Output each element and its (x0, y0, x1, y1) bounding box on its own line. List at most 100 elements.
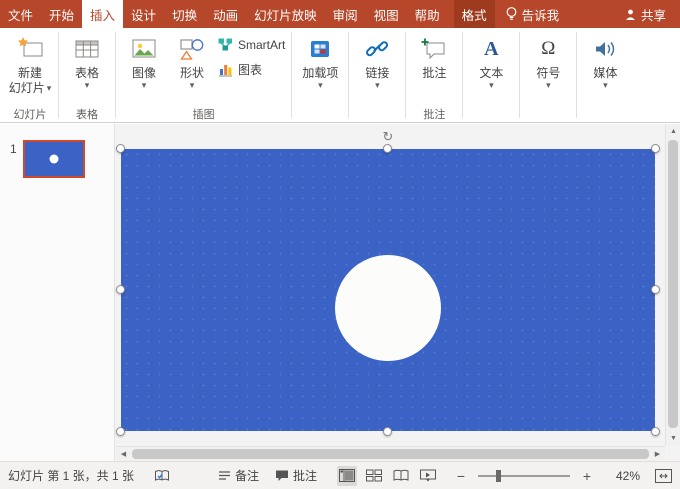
tab-view[interactable]: 视图 (366, 0, 407, 28)
bar-chart-icon (218, 62, 233, 77)
shapes-icon (178, 34, 206, 64)
white-circle-shape[interactable] (335, 255, 441, 361)
tab-insert[interactable]: 插入 (82, 0, 123, 28)
new-slide-icon (16, 34, 44, 64)
chart-button[interactable]: 图表 (218, 61, 285, 78)
media-button[interactable]: 媒体 ▾ (581, 29, 629, 105)
ribbon-group-addins: 加载项 ▾ (293, 29, 347, 122)
addins-label: 加载项 (302, 66, 338, 81)
rotation-handle[interactable]: ↻ (381, 130, 395, 144)
new-slide-label-line2: 幻灯片 (9, 81, 45, 96)
chevron-down-icon: ▾ (190, 81, 195, 90)
tell-me-label: 告诉我 (522, 5, 560, 24)
share-button[interactable]: 共享 (622, 5, 668, 24)
new-comment-button[interactable]: 批注 (410, 29, 458, 105)
selection-handle-top-center[interactable] (383, 144, 392, 153)
new-slide-button[interactable]: 新建 幻灯片▾ (6, 29, 54, 105)
notes-icon (218, 470, 231, 481)
link-button[interactable]: 链接 ▾ (353, 29, 401, 105)
symbol-button[interactable]: Ω 符号 ▾ (524, 29, 572, 105)
table-button[interactable]: 表格 ▾ (63, 29, 111, 105)
status-bar: 幻灯片 第 1 张，共 1 张 备注 批注 − + (0, 461, 680, 489)
fit-slide-to-window-button[interactable] (655, 469, 672, 483)
notes-label: 备注 (235, 467, 259, 484)
tell-me-button[interactable]: 告诉我 (497, 0, 568, 28)
speaker-icon (592, 34, 618, 64)
group-separator (462, 32, 463, 118)
document-area: 1 ↻ ▲ ▼ ◀ ▶ (0, 124, 680, 461)
new-slide-label-line1: 新建 (18, 66, 42, 81)
text-icon: A (484, 34, 498, 64)
slide-sorter-view-button[interactable] (364, 466, 384, 486)
scroll-right-arrow[interactable]: ▶ (650, 447, 665, 462)
shapes-button[interactable]: 形状 ▾ (168, 29, 216, 105)
selection-handle-top-left[interactable] (116, 144, 125, 153)
group-separator (519, 32, 520, 118)
ribbon-group-comments: 批注 批注 (407, 29, 461, 122)
tab-help[interactable]: 帮助 (407, 0, 448, 28)
tab-slideshow[interactable]: 幻灯片放映 (246, 0, 325, 28)
chevron-down-icon: ▾ (546, 81, 551, 90)
slide-thumbnail[interactable] (23, 140, 85, 178)
new-comment-label: 批注 (422, 66, 446, 81)
chevron-down-icon: ▾ (47, 84, 52, 93)
tab-transitions[interactable]: 切换 (164, 0, 205, 28)
smartart-icon (218, 37, 233, 52)
selection-handle-top-right[interactable] (651, 144, 660, 153)
addins-button[interactable]: 加载项 ▾ (296, 29, 344, 105)
tab-file[interactable]: 文件 (0, 0, 41, 28)
person-icon (624, 8, 637, 21)
slide-canvas[interactable]: ↻ ▲ ▼ ◀ ▶ (116, 124, 680, 461)
zoom-slider[interactable] (478, 469, 570, 483)
group-separator (405, 32, 406, 118)
tab-review[interactable]: 审阅 (325, 0, 366, 28)
horizontal-scrollbar[interactable]: ◀ ▶ (116, 446, 665, 461)
normal-view-button[interactable] (337, 466, 357, 486)
ribbon-tab-bar: 文件 开始 插入 设计 切换 动画 幻灯片放映 审阅 视图 帮助 格式 告诉我 … (0, 0, 680, 28)
group-separator (348, 32, 349, 118)
group-label-tables: 表格 (76, 105, 98, 122)
spellcheck-button[interactable] (154, 469, 170, 483)
selection-handle-bottom-right[interactable] (651, 427, 660, 436)
thumbnail-circle-shape (49, 155, 58, 164)
media-label: 媒体 (593, 66, 617, 81)
group-label-comments: 批注 (423, 105, 445, 122)
selection-handle-bottom-center[interactable] (383, 427, 392, 436)
blue-rectangle-shape[interactable]: ↻ (121, 149, 655, 431)
slideshow-view-button[interactable] (418, 466, 438, 486)
tab-animations[interactable]: 动画 (205, 0, 246, 28)
scroll-left-arrow[interactable]: ◀ (116, 447, 131, 462)
notes-toggle-button[interactable]: 备注 (218, 467, 259, 484)
zoom-slider-knob[interactable] (496, 470, 501, 482)
zoom-percentage[interactable]: 42% (608, 469, 640, 483)
selection-handle-mid-left[interactable] (116, 285, 125, 294)
text-button[interactable]: A 文本 ▾ (467, 29, 515, 105)
images-button[interactable]: 图像 ▾ (120, 29, 168, 105)
tab-home[interactable]: 开始 (41, 0, 82, 28)
comment-bubble-icon (275, 469, 289, 482)
smartart-button[interactable]: SmartArt (218, 37, 285, 52)
reading-view-button[interactable] (391, 466, 411, 486)
group-label-illustrations: 插图 (193, 105, 215, 122)
tab-format[interactable]: 格式 (454, 0, 495, 28)
ribbon-group-illustrations: 图像 ▾ 形状 ▾ SmartArt (117, 29, 290, 122)
tab-design[interactable]: 设计 (123, 0, 164, 28)
vertical-scrollbar[interactable]: ▲ ▼ (665, 124, 680, 446)
scroll-down-arrow[interactable]: ▼ (666, 431, 680, 446)
comment-icon (421, 34, 447, 64)
link-icon (364, 34, 390, 64)
comments-toggle-button[interactable]: 批注 (275, 467, 317, 484)
vertical-scrollbar-thumb[interactable] (668, 140, 678, 428)
picture-icon (131, 34, 157, 64)
group-separator (291, 32, 292, 118)
selection-handle-mid-right[interactable] (651, 285, 660, 294)
selection-handle-bottom-left[interactable] (116, 427, 125, 436)
zoom-out-button[interactable]: − (455, 468, 467, 484)
scroll-up-arrow[interactable]: ▲ (666, 124, 680, 139)
shapes-label: 形状 (180, 66, 204, 81)
chevron-down-icon: ▾ (318, 81, 323, 90)
comments-label: 批注 (293, 467, 317, 484)
horizontal-scrollbar-thumb[interactable] (132, 449, 649, 459)
zoom-in-button[interactable]: + (581, 468, 593, 484)
slide-number: 1 (10, 140, 17, 156)
